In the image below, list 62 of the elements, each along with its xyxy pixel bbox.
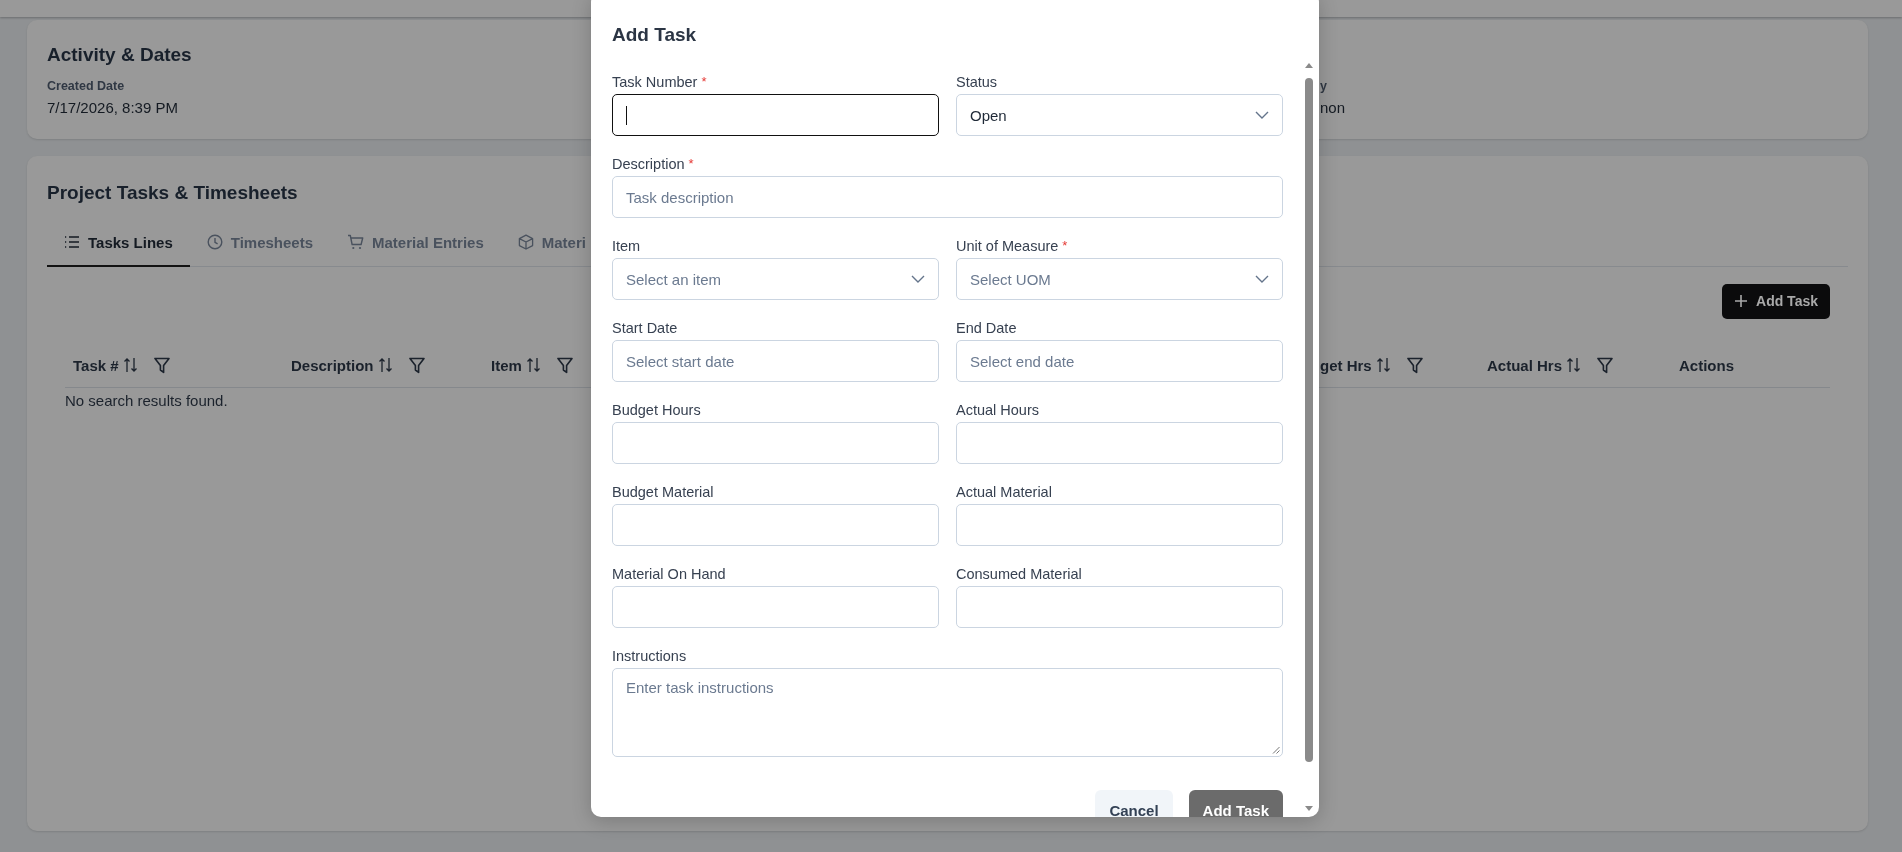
sort-icon[interactable] (122, 357, 138, 373)
empty-message: No search results found. (65, 390, 228, 411)
sort-icon[interactable] (1566, 357, 1582, 373)
field-label: Description (612, 155, 685, 173)
input-field[interactable]: Select end date (956, 340, 1283, 382)
field-label: Start Date (612, 319, 678, 337)
sort-icon[interactable] (525, 357, 541, 373)
field-label: Status (956, 73, 998, 91)
sort-icon[interactable] (1375, 357, 1391, 373)
cancel-button[interactable]: Cancel (1095, 790, 1173, 817)
column-header[interactable]: Actions (1679, 356, 1734, 374)
filter-icon[interactable] (1597, 356, 1614, 374)
cart-icon (347, 234, 365, 250)
input-field[interactable] (612, 94, 939, 136)
column-header[interactable]: get Hrs (1320, 356, 1372, 374)
field-label: Item (612, 237, 641, 255)
required-mark: * (688, 155, 694, 173)
field-label: Consumed Material (956, 565, 1082, 583)
required-mark: * (1062, 237, 1068, 255)
sort-icon[interactable] (377, 357, 393, 373)
box-icon (517, 234, 534, 250)
column-header[interactable]: Actual Hrs (1487, 356, 1563, 374)
chevron-down-icon (1255, 111, 1269, 119)
required-mark: * (701, 73, 707, 91)
input-field[interactable]: Task description (612, 176, 1283, 218)
plus-icon (1734, 294, 1748, 308)
field-value: non (1320, 98, 1346, 118)
card-title: Activity & Dates (47, 43, 192, 67)
add-task-button[interactable]: Add Task (1722, 283, 1830, 319)
field-label: Unit of Measure (956, 237, 1059, 255)
field-label: y (1320, 78, 1327, 94)
field-label: Actual Hours (956, 401, 1039, 419)
chevron-down-icon (1255, 275, 1269, 283)
input-field[interactable]: Select start date (612, 340, 939, 382)
field-label: Budget Material (612, 483, 714, 501)
field-label: End Date (956, 319, 1017, 337)
field-value: 7/17/2026, 8:39 PM (47, 98, 178, 118)
field-label: Budget Hours (612, 401, 701, 419)
list-icon (64, 235, 80, 249)
text-area[interactable]: Enter task instructions (612, 668, 1283, 757)
field-label: Created Date (47, 78, 125, 94)
card-title: Project Tasks & Timesheets (47, 181, 298, 205)
clock-icon (206, 234, 223, 250)
select-field[interactable]: Select an item (612, 258, 939, 300)
field-label: Actual Material (956, 483, 1052, 501)
chevron-down-icon (911, 275, 925, 283)
field-label: Material On Hand (612, 565, 726, 583)
filter-icon[interactable] (1406, 356, 1423, 374)
resize-handle-icon (1272, 746, 1280, 754)
filter-icon[interactable] (153, 356, 170, 374)
field-label: Task Number (612, 73, 698, 91)
select-field[interactable]: Select UOM (956, 258, 1283, 300)
filter-icon[interactable] (556, 356, 573, 374)
select-field[interactable]: Open (956, 94, 1283, 136)
column-header[interactable]: Task # (73, 356, 119, 374)
filter-icon[interactable] (408, 356, 425, 374)
dialog-title: Add Task (612, 23, 697, 47)
column-header[interactable]: Description (291, 356, 374, 374)
tab[interactable]: Tasks Lines (47, 219, 190, 267)
field-label: Instructions (612, 647, 687, 665)
column-header[interactable]: Item (491, 356, 522, 374)
tab[interactable]: Materi (500, 219, 586, 267)
